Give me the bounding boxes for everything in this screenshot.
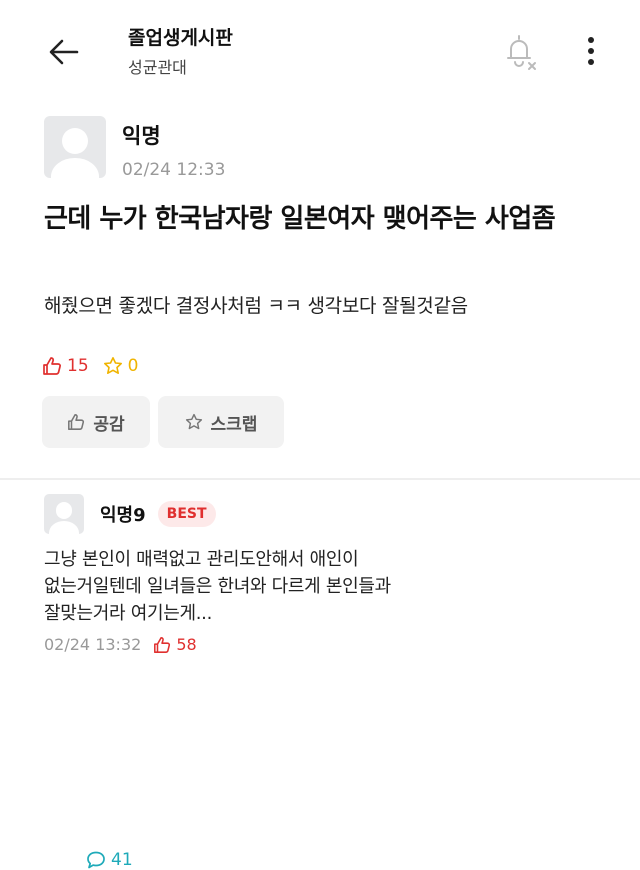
comment-author-name: 익명9 [100,505,146,526]
back-button[interactable] [44,34,84,70]
section-divider [0,478,640,480]
post-body: 해줬으면 좋겠다 결정사처럼 ㅋㅋ 생각보다 잘될것같음 [44,295,468,317]
comment-body: 그냥 본인이 매력없고 관리도안해서 애인이 없는거일텐데 일녀들은 한녀와 다… [44,549,391,624]
notification-toggle-button[interactable] [500,30,542,72]
scrap-button[interactable]: 스크랩 [158,396,284,448]
comment-item: 익명9 BEST 그냥 본인이 매력없고 관리도안해서 애인이 없는거일텐데 일… [44,494,624,654]
arrow-left-icon [49,39,79,65]
post-timestamp: 02/24 12:33 [122,160,226,180]
post-title: 근데 누가 한국남자랑 일본여자 맺어주는 사업좀 [44,204,556,234]
comment-count: 41 [86,850,640,870]
post-author-row: 익명 02/24 12:33 [44,116,225,180]
comment-like-count[interactable]: 58 [153,635,197,654]
post-stats: 15 41 0 [42,356,152,870]
more-vertical-icon [588,37,594,65]
post-actions: 공감 스크랩 [42,396,292,448]
scrap-count: 0 [103,356,138,376]
board-title: 졸업생게시판 [128,27,233,49]
school-name: 성균관대 [128,58,187,77]
comment-timestamp: 02/24 13:32 [44,635,142,654]
star-icon [103,357,122,374]
like-button[interactable]: 공감 [42,396,150,448]
top-bar: 졸업생게시판 성균관대 [0,0,640,104]
thumbs-up-icon [68,414,85,430]
like-count: 15 [42,356,89,376]
speech-bubble-icon [87,851,105,869]
thumbs-up-icon [43,357,61,375]
avatar [44,116,106,178]
thumbs-up-icon [154,636,171,653]
star-icon [185,413,202,430]
avatar [44,494,84,534]
bell-off-icon [507,35,536,70]
more-options-button[interactable] [574,30,608,72]
post-author-name: 익명 [122,124,161,148]
best-badge: BEST [157,501,216,527]
